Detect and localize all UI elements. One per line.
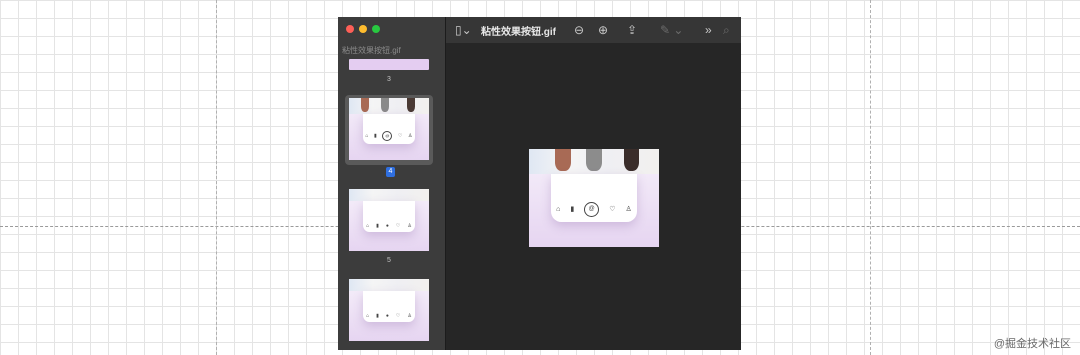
home-icon: ⌂ xyxy=(556,205,561,213)
tab-bar-card: ⌂ ▮ ● ♡ ♙ xyxy=(362,201,416,233)
sidebar-toggle-icon[interactable]: ▯⌄ xyxy=(455,21,472,39)
zoom-in-icon[interactable]: ⊕ xyxy=(598,21,608,39)
person-figure xyxy=(555,149,571,171)
guide-line-vertical xyxy=(216,0,217,355)
bookmark-icon: ▮ xyxy=(376,222,379,229)
user-icon: ♙ xyxy=(625,206,632,214)
guide-line-vertical xyxy=(870,0,871,355)
sidebar-file-label: 粘性效果按钮.gif xyxy=(342,46,401,55)
center-action-icon: @ xyxy=(584,201,600,217)
zoom-out-icon[interactable]: ⊖ xyxy=(574,21,584,39)
search-icon[interactable]: ⌕ xyxy=(723,21,730,39)
page-number-4: 4 xyxy=(386,167,395,177)
markup-icon[interactable]: ✎ ⌄ xyxy=(660,21,683,39)
close-button[interactable] xyxy=(346,25,354,33)
tab-bar-card: ⌂ ▮ @ ♡ ♙ xyxy=(551,174,637,223)
center-action-icon: ● xyxy=(385,222,389,229)
person-figure xyxy=(623,149,640,171)
user-icon: ♙ xyxy=(408,132,413,139)
center-action-icon: @ xyxy=(382,130,393,141)
page-number-3: 3 xyxy=(387,76,391,83)
thumbnail-sidebar[interactable]: 粘性效果按钮.gif 3 ⌂ ▮ @ ♡ ♙ 4 ⌂ ▮ ● ♡ ♙ 5 ⌂ ▮… xyxy=(338,17,446,350)
page-thumbnail-4[interactable]: ⌂ ▮ @ ♡ ♙ xyxy=(349,98,429,160)
user-icon: ♙ xyxy=(407,222,412,229)
minimize-button[interactable] xyxy=(359,25,367,33)
preview-window: 粘性效果按钮.gif 3 ⌂ ▮ @ ♡ ♙ 4 ⌂ ▮ ● ♡ ♙ 5 ⌂ ▮… xyxy=(338,17,741,350)
home-icon: ⌂ xyxy=(365,132,369,139)
window-title: 粘性效果按钮.gif xyxy=(481,27,556,38)
home-icon: ⌂ xyxy=(366,222,370,229)
bookmark-icon: ▮ xyxy=(374,132,377,139)
watermark: @掘金技术社区 xyxy=(993,338,1071,350)
page-thumbnail-3[interactable] xyxy=(349,59,429,70)
person-figure xyxy=(381,98,389,112)
heart-icon: ♡ xyxy=(397,132,403,139)
person-figure xyxy=(361,98,369,112)
center-action-icon: ● xyxy=(385,312,389,319)
heart-icon: ♡ xyxy=(609,206,616,214)
tab-bar-card: ⌂ ▮ @ ♡ ♙ xyxy=(362,114,416,145)
chevron-more-icon[interactable]: » xyxy=(705,21,712,39)
heart-icon: ♡ xyxy=(395,222,401,229)
bookmark-icon: ▮ xyxy=(570,206,575,214)
person-figure xyxy=(586,149,602,171)
page-number-5: 5 xyxy=(387,257,391,264)
home-icon: ⌂ xyxy=(366,312,370,319)
share-icon[interactable]: ⇪ xyxy=(627,21,637,39)
traffic-lights xyxy=(346,25,380,33)
zoom-button[interactable] xyxy=(372,25,380,33)
page-thumbnail-6[interactable]: ⌂ ▮ ● ♡ ♙ xyxy=(349,279,429,341)
person-figure xyxy=(406,98,415,112)
main-gif-image: ⌂ ▮ @ ♡ ♙ xyxy=(529,149,659,247)
page-thumbnail-5[interactable]: ⌂ ▮ ● ♡ ♙ xyxy=(349,189,429,251)
tab-bar-card: ⌂ ▮ ● ♡ ♙ xyxy=(362,291,416,323)
user-icon: ♙ xyxy=(407,312,412,319)
heart-icon: ♡ xyxy=(395,312,401,319)
bookmark-icon: ▮ xyxy=(376,312,379,319)
